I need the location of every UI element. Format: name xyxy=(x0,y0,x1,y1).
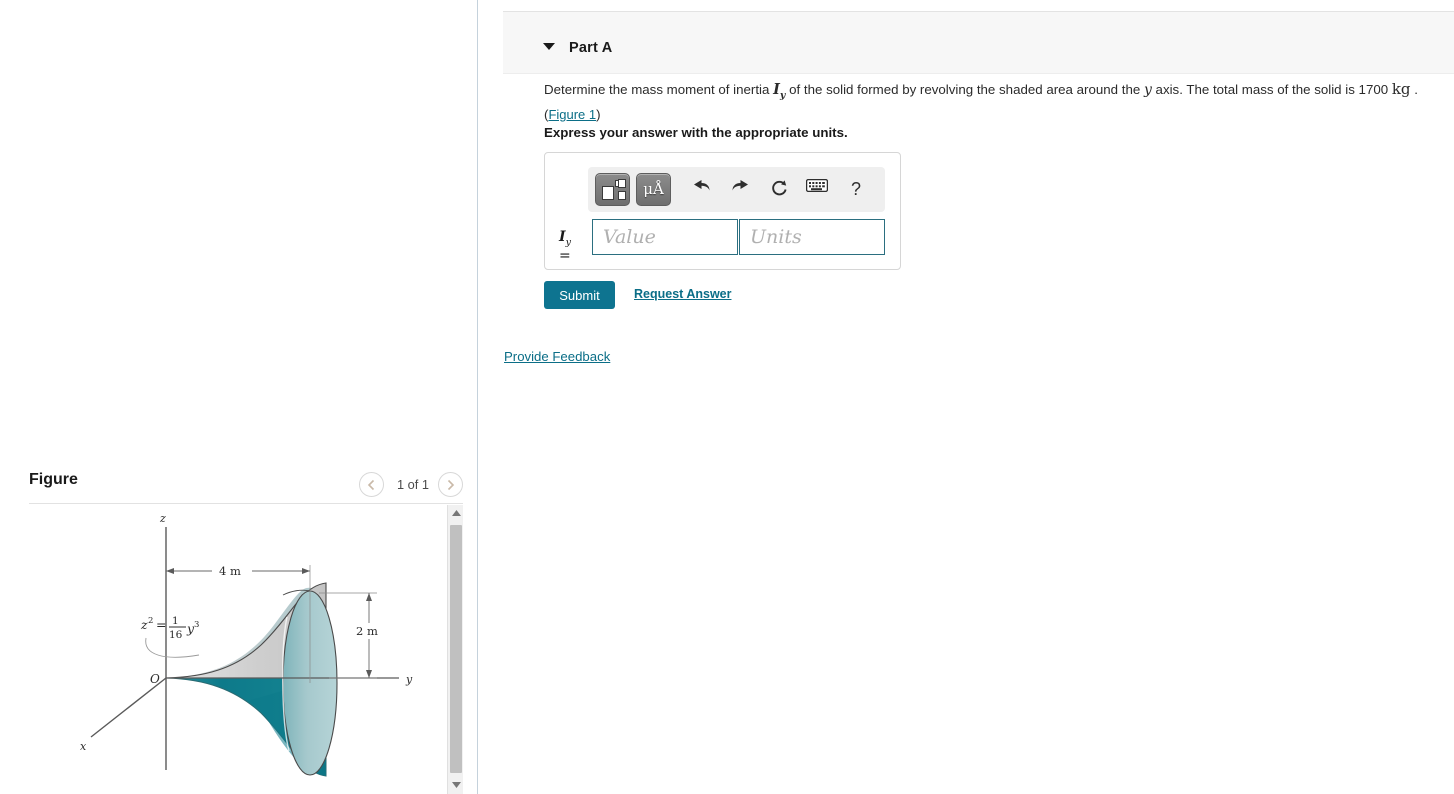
redo-icon xyxy=(732,180,748,191)
value-input[interactable] xyxy=(592,219,738,255)
answer-widget: μÅ ? Iy = Value Units xyxy=(544,152,901,270)
math-template-icon-lower xyxy=(618,191,626,200)
y-axis-label: y xyxy=(405,673,413,686)
problem-mass-value: 1700 xyxy=(1358,82,1389,97)
problem-statement: Determine the mass moment of inertia Iy … xyxy=(544,80,1424,124)
solid-of-revolution-diagram: z x O y 4 m 2 m z 2 = 1 16 y 3 xyxy=(80,512,413,777)
equation-z: z xyxy=(140,617,148,632)
submit-button[interactable]: Submit xyxy=(544,281,615,309)
undo-button[interactable] xyxy=(686,172,716,206)
problem-suffix: . xyxy=(1414,82,1418,97)
units-input[interactable] xyxy=(739,219,885,255)
problem-mid: of the solid formed by revolving the sha… xyxy=(785,82,1144,97)
keyboard-icon xyxy=(806,179,828,192)
express-units-instruction: Express your answer with the appropriate… xyxy=(544,125,848,140)
x-axis xyxy=(90,677,167,738)
figure-scroll-up-button[interactable] xyxy=(448,505,464,522)
dim-2m-arrow-top xyxy=(366,593,372,601)
figure-prev-button[interactable] xyxy=(359,472,384,497)
dim-4m-label: 4 m xyxy=(219,564,241,578)
undo-icon xyxy=(693,180,709,191)
figure-viewport[interactable]: z x O y 4 m 2 m z 2 = 1 16 y 3 xyxy=(29,505,447,794)
caret-down-icon[interactable] xyxy=(543,43,555,50)
figure-counter: 1 of 1 xyxy=(396,477,430,492)
z-axis-label: z xyxy=(159,512,166,525)
equation-equals: = xyxy=(156,617,166,632)
math-toolbar: μÅ ? xyxy=(588,167,885,212)
reset-button[interactable] xyxy=(764,172,794,206)
math-template-icon xyxy=(602,186,614,200)
part-a-title: Part A xyxy=(569,40,613,56)
scroll-down-arrow-icon xyxy=(451,782,461,788)
problem-mass-unit: kg xyxy=(1391,80,1411,98)
dim-4m-arrow-right xyxy=(302,568,310,574)
figure-1-link[interactable]: Figure 1 xyxy=(548,107,596,122)
help-icon: ? xyxy=(850,179,861,199)
figure-title: Figure xyxy=(29,471,78,488)
figure-scrollbar[interactable] xyxy=(447,505,463,794)
question-pane: Part A Determine the mass moment of iner… xyxy=(478,0,1454,794)
help-button[interactable]: ? xyxy=(841,172,871,206)
figure-scrollbar-thumb[interactable] xyxy=(450,525,462,773)
figure-divider xyxy=(29,503,463,504)
dim-2m-arrow-bottom xyxy=(366,670,372,678)
redo-button[interactable] xyxy=(725,172,755,206)
keyboard-button[interactable] xyxy=(802,172,832,206)
dim-2m-label: 2 m xyxy=(356,624,378,638)
figure-next-button[interactable] xyxy=(438,472,463,497)
origin-label: O xyxy=(150,672,160,686)
problem-prefix: Determine the mass moment of inertia xyxy=(544,82,774,97)
math-template-button[interactable] xyxy=(595,173,630,206)
x-axis-label: x xyxy=(80,740,87,753)
provide-feedback-link[interactable]: Provide Feedback xyxy=(504,349,610,364)
request-answer-link[interactable]: Request Answer xyxy=(634,287,731,301)
figure-pane: Figure 1 of 1 z x O y 4 m 2 m z 2 = 1 16… xyxy=(0,0,477,794)
dim-4m-arrow-left xyxy=(166,568,174,574)
equation-numerator: 1 xyxy=(172,615,179,627)
problem-symbol: Iy xyxy=(773,81,786,101)
problem-mid2: axis. The total mass of the solid is xyxy=(1151,82,1359,97)
reset-icon xyxy=(771,180,787,196)
scroll-up-arrow-icon xyxy=(451,510,461,516)
part-a-header[interactable]: Part A xyxy=(503,11,1454,74)
equation-denominator: 16 xyxy=(169,629,183,641)
figure-scroll-down-button[interactable] xyxy=(448,777,464,794)
chevron-left-icon xyxy=(367,479,375,491)
problem-axis-symbol: y xyxy=(1143,82,1152,98)
figure-reference: (Figure 1) xyxy=(544,106,601,122)
chevron-right-icon xyxy=(447,479,455,491)
math-template-icon-upper xyxy=(618,179,626,188)
equation-y-exponent: 3 xyxy=(194,620,199,630)
answer-label: Iy = xyxy=(559,229,571,264)
curve-equation-label: z 2 = 1 16 y 3 xyxy=(140,615,199,658)
units-button-label: μÅ xyxy=(643,180,664,198)
equation-z-exponent: 2 xyxy=(148,616,153,626)
units-button[interactable]: μÅ xyxy=(636,173,671,206)
page-root: Figure 1 of 1 z x O y 4 m 2 m z 2 = 1 16… xyxy=(0,0,1454,794)
